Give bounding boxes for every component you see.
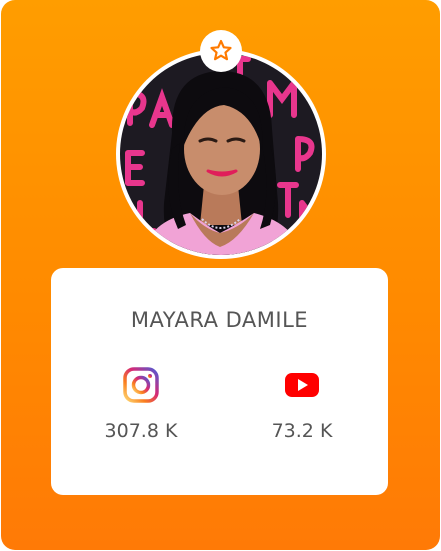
- instagram-stat[interactable]: 307.8 K: [81, 366, 201, 442]
- avatar: [120, 53, 322, 255]
- youtube-subscriber-count: 73.2 K: [271, 420, 333, 442]
- featured-badge: [200, 30, 242, 72]
- influencer-card[interactable]: MAYARA DAMILE 307.8 K 73.2 K: [1, 0, 440, 550]
- youtube-icon: [285, 373, 319, 397]
- youtube-stat[interactable]: 73.2 K: [242, 366, 362, 442]
- star-icon: [210, 39, 232, 61]
- profile-info-panel: MAYARA DAMILE 307.8 K 73.2 K: [51, 268, 388, 495]
- instagram-follower-count: 307.8 K: [104, 420, 178, 442]
- avatar-frame: [116, 49, 326, 259]
- avatar-photo: [120, 53, 322, 255]
- instagram-icon: [123, 367, 159, 403]
- profile-name: MAYARA DAMILE: [130, 308, 309, 332]
